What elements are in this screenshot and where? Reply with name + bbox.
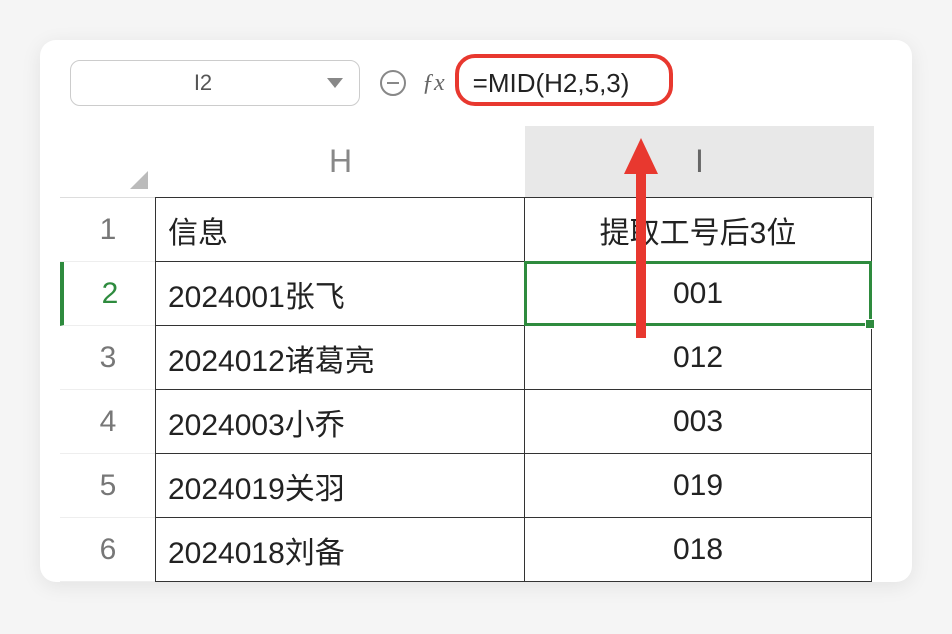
name-box[interactable]: I2: [70, 60, 360, 106]
cell-H2[interactable]: 2024001张飞: [155, 261, 525, 326]
cell-I2-value: 001: [673, 277, 723, 311]
row-header-5[interactable]: 5: [60, 454, 156, 518]
row-header-4[interactable]: 4: [60, 390, 156, 454]
table-row: 信息 提取工号后3位: [156, 198, 892, 262]
cancel-icon[interactable]: [380, 70, 406, 96]
formula-bar: I2 ƒx =MID(H2,5,3): [60, 60, 892, 106]
cell-H3[interactable]: 2024012诸葛亮: [155, 325, 525, 390]
name-box-value: I2: [87, 70, 319, 96]
table-row: 2024018刘备 018: [156, 518, 892, 582]
cell-H4[interactable]: 2024003小乔: [155, 389, 525, 454]
chevron-down-icon[interactable]: [327, 78, 343, 88]
formula-input-wrapper: =MID(H2,5,3): [461, 62, 882, 105]
fill-handle[interactable]: [865, 319, 875, 329]
formula-input[interactable]: =MID(H2,5,3): [461, 62, 882, 105]
cell-H6[interactable]: 2024018刘备: [155, 517, 525, 582]
cell-H1[interactable]: 信息: [155, 197, 525, 262]
table-row: 2024001张飞 001: [156, 262, 892, 326]
column-header-I[interactable]: I: [526, 126, 874, 198]
cell-I5[interactable]: 019: [524, 453, 872, 518]
select-all-corner[interactable]: [60, 126, 156, 198]
table-row: 2024012诸葛亮 012: [156, 326, 892, 390]
cell-I4[interactable]: 003: [524, 389, 872, 454]
data-area: H I 信息 提取工号后3位 2024001张飞 001 2024012诸葛亮 …: [156, 126, 892, 582]
cell-I6[interactable]: 018: [524, 517, 872, 582]
column-header-H[interactable]: H: [156, 126, 526, 198]
cell-I1[interactable]: 提取工号后3位: [524, 197, 872, 262]
select-all-triangle-icon: [130, 171, 148, 189]
table-row: 2024019关羽 019: [156, 454, 892, 518]
table-row: 2024003小乔 003: [156, 390, 892, 454]
row-header-6[interactable]: 6: [60, 518, 156, 582]
row-header-1[interactable]: 1: [60, 198, 156, 262]
column-headers: H I: [156, 126, 892, 198]
grid-area: 1 2 3 4 5 6 H I 信息 提取工号后3位 2024001张飞 001: [60, 126, 892, 582]
formula-section: ƒx =MID(H2,5,3): [380, 62, 882, 105]
cell-I2[interactable]: 001: [524, 261, 872, 326]
spreadsheet-window: I2 ƒx =MID(H2,5,3) 1 2 3 4 5 6: [40, 40, 912, 582]
row-header-2[interactable]: 2: [60, 262, 156, 326]
cell-I3[interactable]: 012: [524, 325, 872, 390]
cell-H5[interactable]: 2024019关羽: [155, 453, 525, 518]
row-headers: 1 2 3 4 5 6: [60, 126, 156, 582]
fx-icon[interactable]: ƒx: [422, 70, 445, 97]
row-header-3[interactable]: 3: [60, 326, 156, 390]
